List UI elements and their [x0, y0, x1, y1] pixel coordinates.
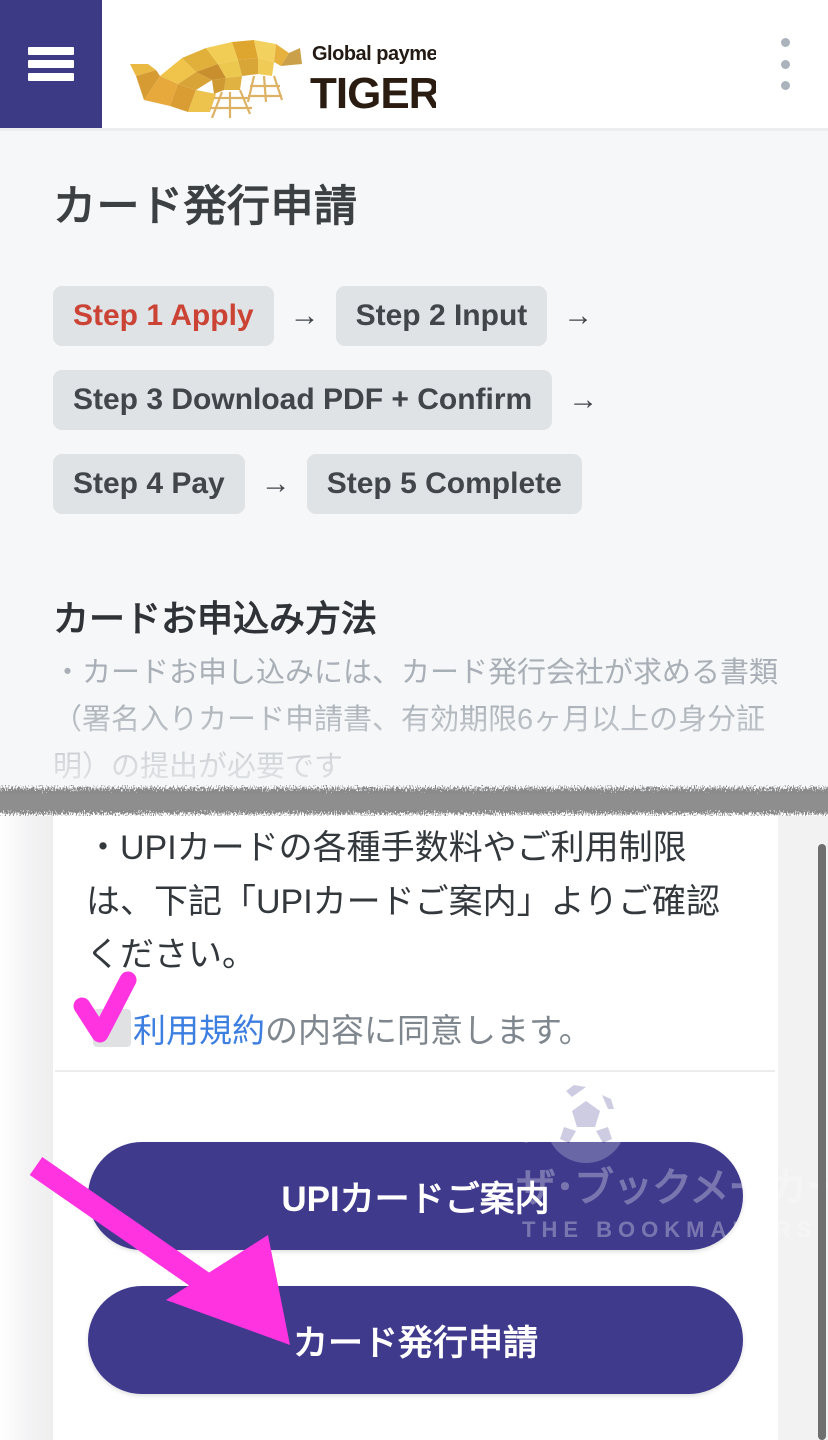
step-arrow-icon: →	[568, 383, 599, 416]
terms-link[interactable]: 利用規約	[133, 1012, 265, 1049]
terms-checkbox[interactable]	[93, 1009, 131, 1047]
section-heading: カードお申込み方法	[53, 598, 378, 639]
app-header: Global payment solution TIGER PAY	[0, 0, 828, 128]
content-card: ・UPIカードの各種手数料やご利用制限は、下記「UPIカードご案内」よりご確認く…	[53, 816, 828, 1440]
step-row: Step 1 Apply → Step 2 Input →	[53, 286, 793, 346]
step-chip-1[interactable]: Step 1 Apply	[53, 286, 274, 346]
step-indicator: Step 1 Apply → Step 2 Input → Step 3 Dow…	[53, 286, 793, 538]
step-chip-5[interactable]: Step 5 Complete	[306, 454, 582, 514]
card-issue-apply-button[interactable]: カード発行申請	[88, 1286, 743, 1394]
section-divider	[55, 1070, 775, 1072]
step-arrow-icon: →	[260, 467, 291, 500]
page-scrollbar[interactable]	[818, 844, 826, 1440]
terms-agreement-row: 利用規約の内容に同意します。	[93, 1004, 592, 1052]
screenshot-root: Global payment solution TIGER PAY カード発行申…	[0, 0, 828, 1440]
tiger-pay-logo[interactable]: Global payment solution TIGER PAY	[126, 14, 436, 118]
hamburger-menu-button[interactable]	[0, 0, 102, 128]
step-chip-2[interactable]: Step 2 Input	[335, 286, 548, 346]
bottom-paragraph: ・UPIカードの各種手数料やご利用制限は、下記「UPIカードご案内」よりご確認く…	[86, 829, 720, 975]
svg-text:TIGER PAY: TIGER PAY	[310, 69, 436, 118]
hamburger-icon	[28, 47, 74, 81]
kebab-menu-icon[interactable]	[770, 38, 800, 90]
torn-paper-divider	[0, 784, 828, 818]
step-arrow-icon: →	[289, 299, 320, 332]
step-chip-4[interactable]: Step 4 Pay	[53, 454, 245, 514]
svg-text:Global payment solution: Global payment solution	[312, 43, 436, 65]
terms-rest-text: の内容に同意します。	[265, 1012, 592, 1049]
step-row: Step 3 Download PDF + Confirm →	[53, 370, 793, 430]
upi-card-guide-button[interactable]: UPIカードご案内	[88, 1142, 743, 1250]
bottom-screenshot-region: ・UPIカードの各種手数料やご利用制限は、下記「UPIカードご案内」よりご確認く…	[0, 816, 828, 1440]
terms-agreement-label: 利用規約の内容に同意します。	[133, 1004, 592, 1052]
left-gutter	[0, 816, 53, 1440]
top-screenshot-region: Global payment solution TIGER PAY カード発行申…	[0, 0, 828, 800]
page-title: カード発行申請	[53, 183, 358, 231]
step-arrow-icon: →	[563, 299, 594, 332]
header-bottom-border	[0, 128, 828, 131]
step-chip-3[interactable]: Step 3 Download PDF + Confirm	[53, 370, 553, 430]
section-paragraph: ・カードお申し込みには、カード発行会社が求める書類（署名入りカード申請書、有効期…	[53, 657, 779, 783]
tiger-logo-icon: Global payment solution TIGER PAY	[130, 40, 436, 118]
step-row: Step 4 Pay → Step 5 Complete	[53, 454, 793, 514]
